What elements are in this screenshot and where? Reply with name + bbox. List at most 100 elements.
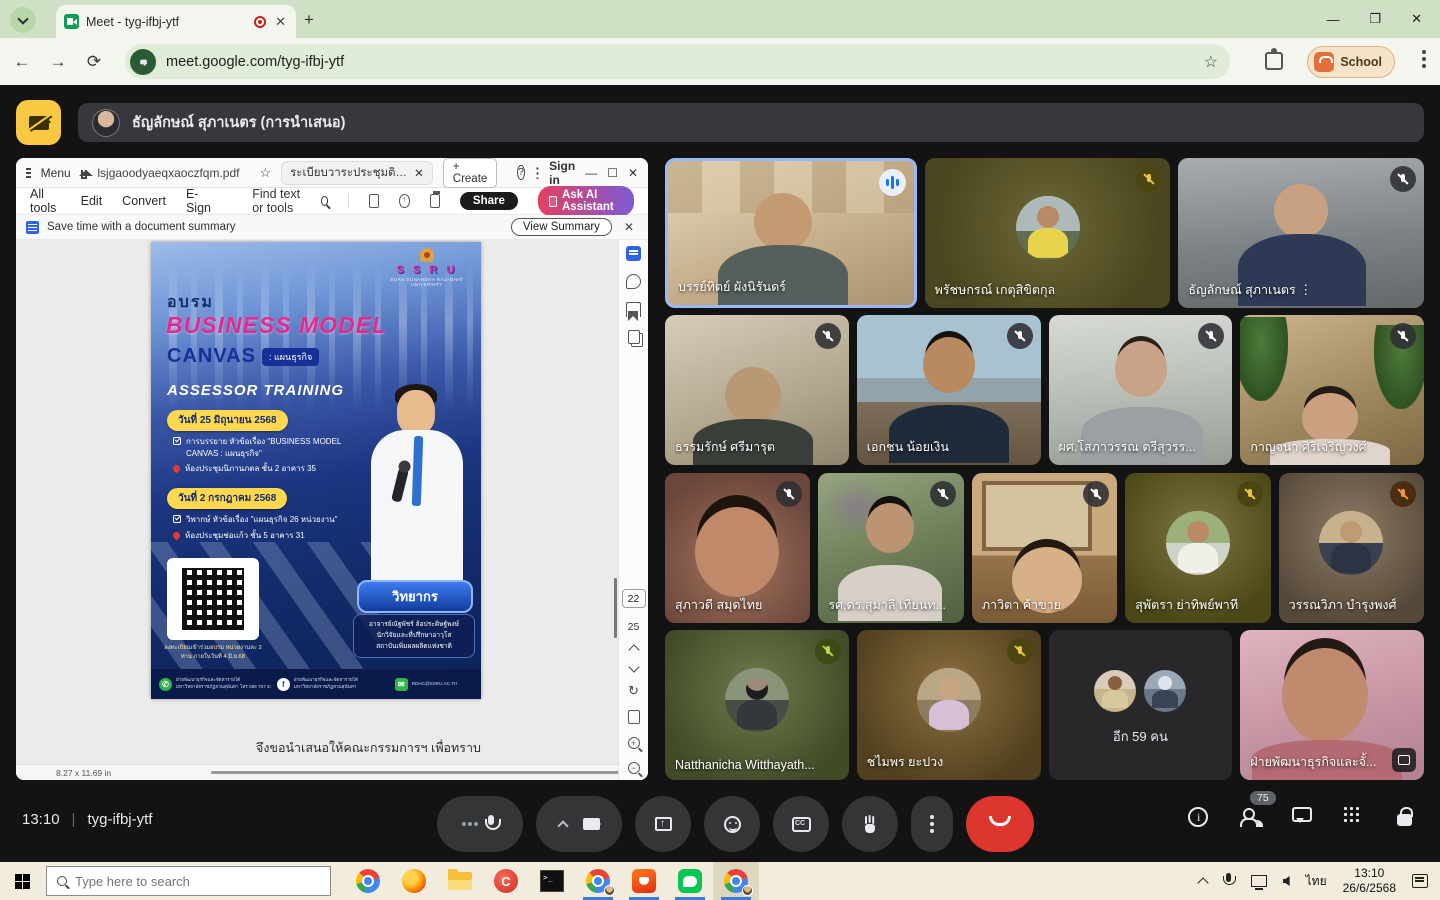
taskbar-chrome-profile-icon[interactable] (575, 862, 621, 900)
pdf-filename[interactable]: lsjgaoodyaeqxaoczfqm.pdf (97, 166, 239, 180)
bookmark-star-icon[interactable]: ☆ (1204, 52, 1218, 72)
browser-minimize-button[interactable]: — (1326, 12, 1339, 27)
video-tile[interactable]: ธัญลักษณ์ สุภาเนตร ⋮ (1178, 158, 1424, 308)
tile-menu-icon[interactable]: ⋮ (1299, 282, 1312, 297)
leave-call-button[interactable] (966, 796, 1034, 852)
refresh-icon[interactable]: ↻ (628, 684, 639, 697)
acrobat-minimize-button[interactable]: — (585, 166, 597, 180)
taskbar-ccleaner-icon[interactable]: C (483, 862, 529, 900)
browser-maximize-button[interactable]: ❐ (1369, 11, 1381, 27)
browser-tab[interactable]: Meet - tyg-ifbj-ytf ✕ (56, 5, 296, 38)
video-tile[interactable]: วรรณวิภา บำรุงพงศ์ (1279, 473, 1424, 623)
pdf-vertical-scrollbar[interactable] (614, 578, 617, 638)
document-tab-close-icon[interactable]: ✕ (414, 166, 424, 180)
video-tile[interactable]: สุพัตรา ย่าทิพย์พาที (1125, 473, 1270, 623)
taskbar-cmd-icon[interactable]: >_ (529, 862, 575, 900)
current-page-input[interactable]: 22 (622, 589, 646, 608)
chat-button[interactable] (1292, 807, 1314, 829)
all-tools-menu[interactable]: All tools (30, 187, 61, 215)
video-tile[interactable]: สุภาวดี สมุดไทย (665, 473, 810, 623)
home-icon[interactable] (81, 170, 88, 179)
zoom-out-icon[interactable]: − (628, 762, 640, 774)
reactions-button[interactable] (704, 796, 760, 852)
taskbar-chrome-active-icon[interactable] (713, 862, 759, 900)
view-summary-button[interactable]: View Summary (511, 218, 612, 236)
video-tile[interactable]: เอกชน น้อยเงิน (857, 315, 1041, 465)
acrobat-close-button[interactable]: ✕ (628, 166, 638, 180)
comments-icon[interactable] (626, 274, 641, 289)
taskbar-orange-app-icon[interactable] (621, 862, 667, 900)
browser-close-button[interactable]: ✕ (1411, 11, 1422, 27)
find-tools-button[interactable]: Find text or tools (252, 187, 328, 215)
tab-close-icon[interactable]: ✕ (273, 14, 288, 30)
back-button[interactable]: ← (8, 52, 36, 72)
pdf-horizontal-scrollbar[interactable] (211, 771, 618, 774)
browser-menu-icon[interactable] (1422, 50, 1426, 54)
raise-hand-button[interactable] (842, 796, 898, 852)
camera-button[interactable] (536, 796, 622, 852)
esign-menu[interactable]: E-Sign (186, 187, 212, 215)
profile-chip[interactable]: School (1307, 46, 1395, 78)
tray-expand-icon[interactable] (1197, 877, 1208, 888)
fit-page-icon[interactable] (628, 710, 640, 724)
url-input[interactable] (166, 54, 1194, 70)
reload-button[interactable]: ⟳ (80, 52, 108, 72)
tray-clock[interactable]: 13:10 26/6/2568 (1343, 866, 1396, 896)
people-button[interactable]: 75 (1240, 807, 1262, 829)
video-tile[interactable]: ภาวิตา ค้าขาย (972, 473, 1117, 623)
video-tile[interactable]: รศ.ดร.สุมาลี เทียนท... (818, 473, 963, 623)
present-button[interactable] (635, 796, 691, 852)
more-options-button[interactable] (911, 796, 953, 852)
bookmarks-icon[interactable] (626, 302, 641, 317)
tab-search-button[interactable] (10, 7, 36, 33)
tray-volume-icon[interactable] (1283, 876, 1290, 886)
taskbar-chrome-icon[interactable] (345, 862, 391, 900)
notification-center-icon[interactable] (1412, 874, 1428, 888)
apps-waffle-icon[interactable] (535, 166, 539, 179)
menu-label[interactable]: Menu (41, 166, 71, 180)
taskbar-search-input[interactable] (75, 874, 295, 889)
signin-button[interactable]: Sign in (549, 159, 575, 187)
video-tile[interactable]: Natthanicha Witthayath... (665, 630, 849, 780)
activities-button[interactable] (1344, 807, 1366, 829)
video-tile[interactable]: ธรรมรักษ์ ศรีมารุต (665, 315, 849, 465)
start-button[interactable] (0, 862, 44, 900)
help-icon[interactable]: ? (517, 165, 525, 180)
forward-button[interactable]: → (44, 52, 72, 72)
video-tile[interactable]: กาญจนา ศิริเจริญวงศ์ (1240, 315, 1424, 465)
mic-button[interactable] (437, 796, 523, 852)
taskbar-line-icon[interactable] (667, 862, 713, 900)
tray-language-label[interactable]: ไทย (1306, 872, 1327, 891)
video-tile[interactable]: บรรย์ทิตย์ ผังนิรันดร์ (665, 158, 917, 308)
picture-in-picture-icon[interactable] (1392, 748, 1416, 772)
extensions-icon[interactable] (1265, 52, 1283, 70)
previous-page-button[interactable] (628, 644, 639, 655)
upload-icon[interactable] (399, 194, 409, 208)
captions-button[interactable] (773, 796, 829, 852)
taskbar-search[interactable] (46, 866, 331, 896)
convert-menu[interactable]: Convert (122, 194, 166, 208)
tray-mic-icon[interactable] (1223, 873, 1235, 889)
acrobat-maximize-button[interactable]: ☐ (607, 166, 618, 180)
taskbar-firefox-icon[interactable] (391, 862, 437, 900)
video-tile[interactable]: ชไมพร ยะปวง (857, 630, 1041, 780)
next-page-button[interactable] (628, 661, 639, 672)
zoom-in-icon[interactable]: + (628, 737, 640, 749)
video-tile[interactable]: ผศ.โสภาวรรณ ตรีสุวรร... (1049, 315, 1233, 465)
save-icon[interactable] (369, 194, 379, 208)
share-button[interactable]: Share (460, 192, 518, 210)
meeting-details-button[interactable] (1188, 807, 1210, 829)
video-tile[interactable]: พรัชษกรณ์ เกตุสิขิตกุล (925, 158, 1171, 308)
document-tab[interactable]: ระเบียบวาระประชุมติดตาม ครั้... ✕ (281, 161, 433, 185)
tray-network-icon[interactable] (1251, 875, 1267, 887)
new-tab-button[interactable]: + (304, 10, 314, 30)
video-tile[interactable]: ฝ่ายพัฒนาธุรกิจและจั้... (1240, 630, 1424, 780)
taskbar-file-explorer-icon[interactable] (437, 862, 483, 900)
print-icon[interactable] (430, 194, 440, 208)
create-button[interactable]: + Create (443, 158, 498, 188)
doc-tab-star-icon[interactable]: ☆ (259, 165, 271, 181)
host-controls-button[interactable] (1396, 807, 1418, 829)
menu-icon[interactable] (26, 168, 31, 170)
overflow-participants-tile[interactable]: อีก 59 คน (1049, 630, 1233, 780)
edit-menu[interactable]: Edit (81, 194, 103, 208)
